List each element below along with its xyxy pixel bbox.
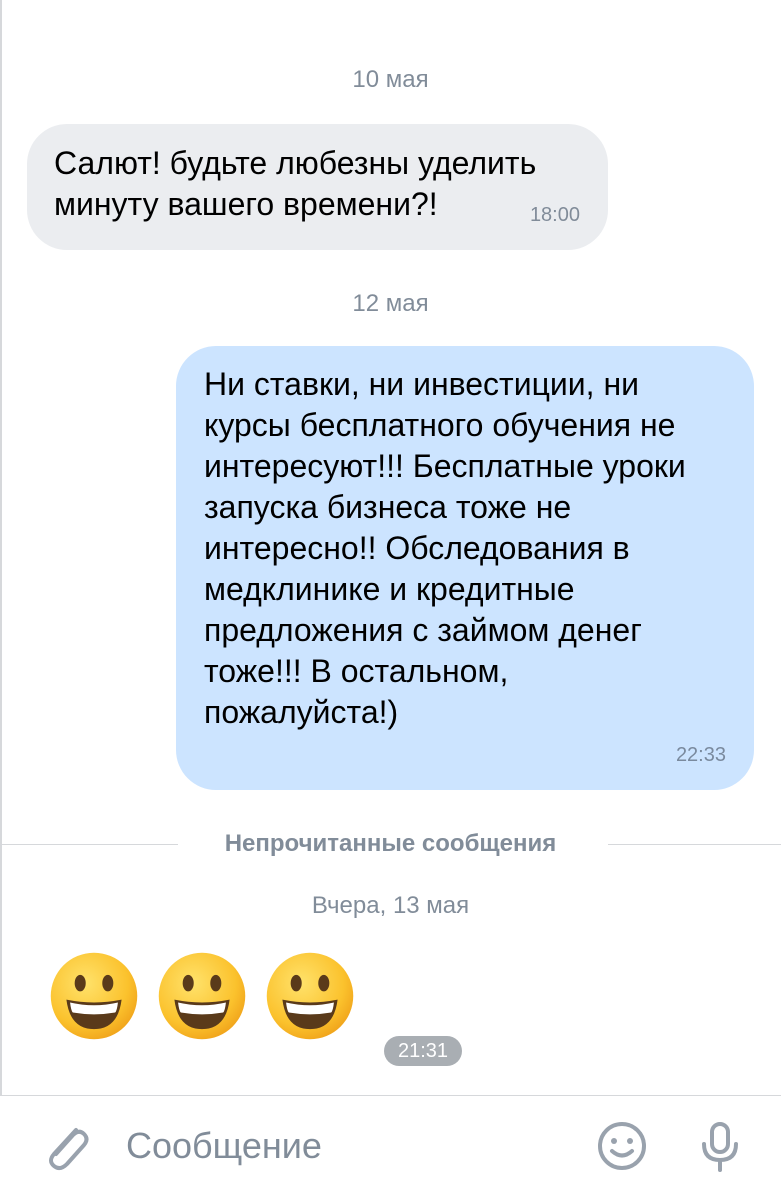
incoming-message[interactable]: Салют! будьте любезны уделить минуту ваш… — [27, 124, 608, 250]
date-separator: 12 мая — [352, 290, 429, 317]
divider-line — [608, 844, 781, 845]
outgoing-message[interactable]: Ни ставки, ни инвестиции, ни курсы беспл… — [176, 346, 754, 790]
grinning-face-emoji — [266, 952, 354, 1040]
message-composer — [0, 1095, 781, 1201]
smile-icon[interactable] — [592, 1116, 652, 1176]
message-text: Ни ставки, ни инвестиции, ни курсы беспл… — [204, 366, 686, 730]
message-time: 21:31 — [384, 1036, 462, 1066]
paperclip-icon[interactable] — [36, 1116, 96, 1176]
message-history[interactable]: 10 мая Салют! будьте любезны уделить мин… — [0, 0, 781, 1095]
message-input[interactable] — [120, 1118, 572, 1174]
message-time: 22:33 — [675, 744, 726, 766]
unread-divider: Непрочитанные сообщения — [0, 826, 781, 862]
grinning-face-emoji — [158, 952, 246, 1040]
microphone-icon[interactable] — [690, 1116, 750, 1176]
date-separator: 10 мая — [352, 66, 429, 93]
grinning-face-emoji — [50, 952, 138, 1040]
emoji-message[interactable] — [48, 950, 368, 1046]
message-time: 18:00 — [529, 204, 580, 226]
message-text: Салют! будьте любезны уделить минуту ваш… — [54, 145, 537, 222]
date-separator: Вчера, 13 мая — [311, 892, 470, 919]
